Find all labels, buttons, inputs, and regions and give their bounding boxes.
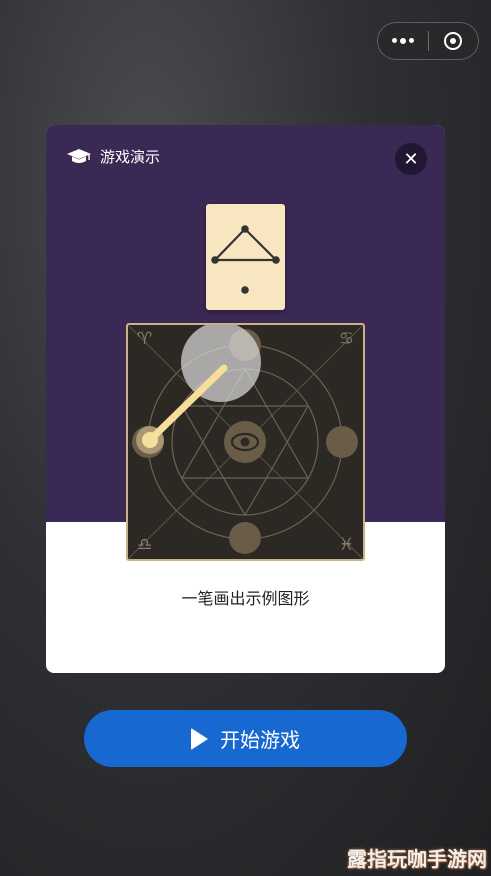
more-dots-icon [391,38,414,44]
example-pattern-card [206,204,285,310]
demo-board: ♈ ♋ ♎ ♓ [126,322,365,561]
target-icon [444,32,463,50]
node-right [326,426,358,458]
demo-caption: 一笔画出示例图形 [181,589,310,608]
close-button[interactable]: ✕ [395,143,427,175]
zodiac-pisces-icon: ♓ [338,535,354,555]
start-game-label: 开始游戏 [220,728,300,752]
more-button[interactable] [378,23,428,59]
start-game-button[interactable]: 开始游戏 [84,710,407,767]
zodiac-libra-icon: ♎ [137,535,153,555]
touch-indicator [181,322,261,402]
triangle-pattern-icon [211,225,280,294]
exit-button[interactable] [429,23,479,59]
node-bottom [229,522,261,554]
watermark: 露指玩咖手游网 [347,847,487,871]
demo-modal: 游戏演示 ✕ ♈ ♋ ♎ ♓ 一笔画出示例图形 [46,125,445,673]
mini-program-capsule [377,22,479,60]
graduation-cap-icon [67,148,91,163]
modal-title: 游戏演示 [100,148,161,166]
zodiac-cancer-icon: ♋ [338,329,354,349]
close-icon: ✕ [403,148,419,170]
zodiac-aries-icon: ♈ [137,329,153,349]
play-icon [191,727,208,750]
modal-title-row: 游戏演示 [66,146,160,167]
